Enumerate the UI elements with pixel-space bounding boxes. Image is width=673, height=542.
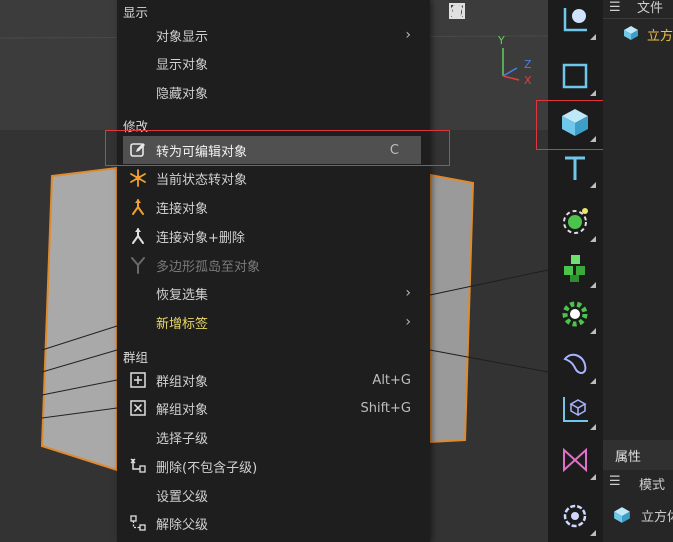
- null-object-button[interactable]: [554, 390, 596, 430]
- gear-icon: [562, 301, 588, 327]
- attributes-object-name: 立方体: [641, 510, 673, 525]
- section-modify: 修改: [123, 119, 149, 134]
- rotate-view-icon[interactable]: [450, 3, 522, 26]
- axis-x-label: X: [524, 74, 532, 87]
- rectangle-spline-button[interactable]: [554, 56, 596, 96]
- edit-pencil-icon: [125, 136, 151, 164]
- menu-item-restore-selection[interactable]: 恢复选集 ›: [123, 279, 421, 307]
- axis-y-label: Y: [498, 34, 505, 47]
- camera-target-button[interactable]: [554, 440, 596, 480]
- submenu-arrow-icon: ›: [405, 27, 411, 43]
- unparent-icon: [125, 509, 151, 537]
- square-icon: [562, 63, 588, 89]
- axis-z-label: Z: [524, 58, 532, 71]
- axis-cube-icon: [563, 397, 588, 422]
- spline-point-icon: [563, 8, 587, 32]
- object-manager-panel: ☰ 文件 立方 属性 ☰ 模式 立方体: [603, 0, 673, 542]
- menu-item-object-display[interactable]: 对象显示 ›: [123, 21, 421, 49]
- menu-item-current-state-to-object[interactable]: 当前状态转对象: [123, 164, 421, 192]
- cube-icon: [624, 26, 638, 40]
- group-plus-icon: [125, 366, 151, 394]
- cube-icon: [562, 109, 588, 136]
- cube-button[interactable]: [554, 102, 596, 142]
- menu-item-connect-objects-delete[interactable]: 连接对象+删除: [123, 222, 421, 250]
- move-arrows-icon[interactable]: [453, 3, 496, 26]
- menu-item-connect-objects[interactable]: 连接对象: [123, 193, 421, 221]
- attributes-tab[interactable]: 属性: [615, 446, 641, 465]
- bowtie-icon: [563, 447, 587, 473]
- menu-item-set-parent[interactable]: 设置父级: [123, 481, 421, 509]
- sky-light-icon: [563, 504, 587, 528]
- connect-icon: [125, 193, 151, 221]
- menu-item-ungroup-objects[interactable]: 解组对象 Shift+G: [123, 394, 421, 422]
- mode-label[interactable]: 模式: [639, 474, 665, 493]
- environment-button[interactable]: [554, 496, 596, 536]
- ungroup-x-icon: [125, 394, 151, 422]
- subdivision-icon: [563, 208, 588, 234]
- file-tab[interactable]: 文件: [637, 0, 663, 16]
- menu-item-show-objects[interactable]: 显示对象: [123, 49, 421, 77]
- object-toolbar: [548, 0, 603, 542]
- bend-deformer-icon: [563, 353, 587, 374]
- snowflake-icon: [125, 164, 151, 192]
- menu-item-hide-objects[interactable]: 隐藏对象: [123, 78, 421, 106]
- hamburger-icon[interactable]: ☰: [609, 474, 621, 489]
- menu-item-remove-parent[interactable]: 解除父级: [123, 509, 421, 537]
- maximize-view-icon[interactable]: [449, 3, 548, 26]
- object-list-item[interactable]: 立方: [647, 25, 673, 44]
- section-display: 显示: [123, 5, 149, 20]
- menu-item-delete-without-children[interactable]: 删除(不包含子级): [123, 452, 421, 480]
- menu-item-new-tag[interactable]: 新增标签 ›: [123, 308, 421, 336]
- section-group: 群组: [123, 350, 149, 365]
- connect-delete-icon: [125, 222, 151, 250]
- hamburger-icon[interactable]: ☰: [609, 0, 621, 15]
- text-tool-button[interactable]: [554, 148, 596, 188]
- menu-item-polygon-islands[interactable]: 多边形孤岛至对象: [123, 251, 421, 279]
- spline-tool-button[interactable]: [554, 0, 596, 40]
- menu-item-select-children[interactable]: 选择子级: [123, 423, 421, 451]
- deformer-button[interactable]: [554, 344, 596, 384]
- menu-item-make-editable[interactable]: 转为可编辑对象 C: [123, 136, 421, 164]
- context-menu: 显示 对象显示 › 显示对象 隐藏对象 修改 转为可编辑对象 C 当前状态转对象…: [117, 0, 430, 542]
- cube-icon: [614, 507, 630, 523]
- text-t-icon: [565, 156, 585, 180]
- subdivision-button[interactable]: [554, 202, 596, 242]
- split-icon: [125, 251, 151, 279]
- effector-button[interactable]: [554, 294, 596, 334]
- cloner-cubes-icon: [564, 255, 585, 282]
- submenu-arrow-icon: ›: [405, 285, 411, 301]
- menu-item-group-objects[interactable]: 群组对象 Alt+G: [123, 366, 421, 394]
- submenu-arrow-icon: ›: [405, 314, 411, 330]
- hierarchy-delete-icon: [125, 452, 151, 480]
- cloner-button[interactable]: [554, 248, 596, 288]
